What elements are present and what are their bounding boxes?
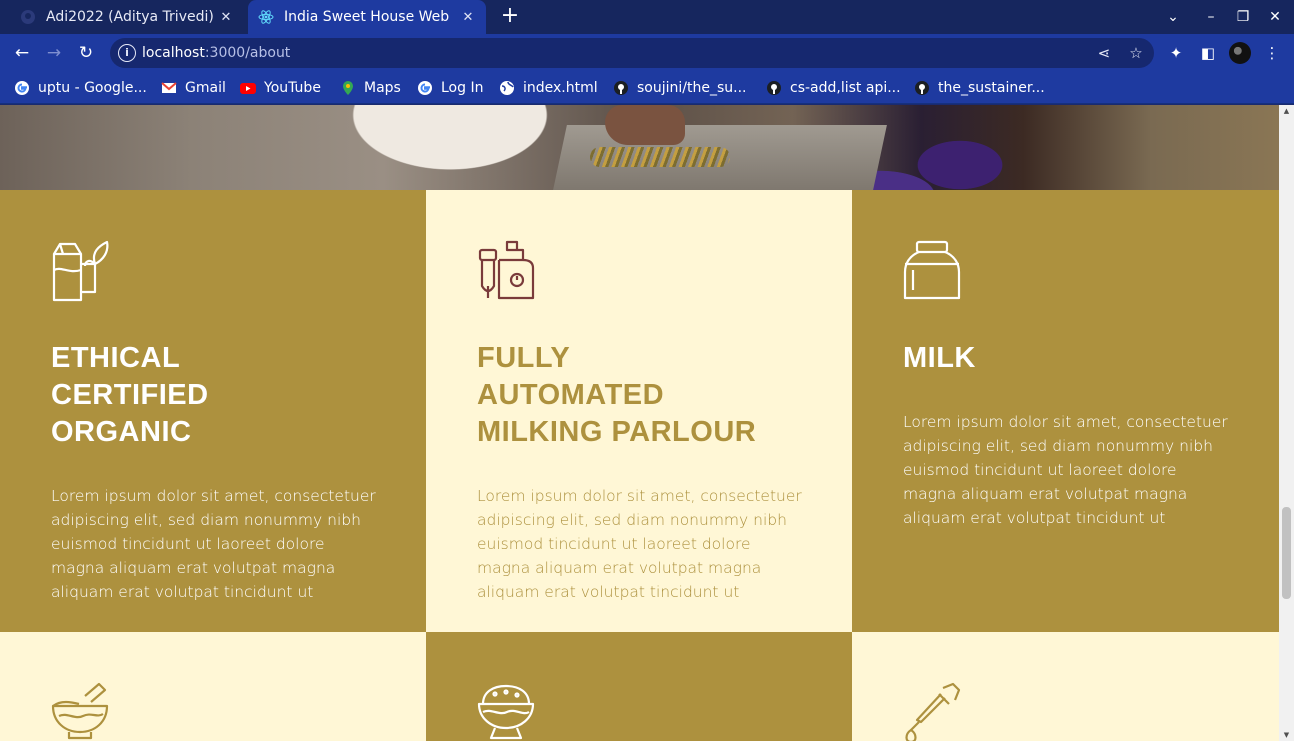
bookmark-label: index.html (523, 80, 598, 96)
sweet-bowl-icon (477, 684, 535, 740)
feature-title-line: AUTOMATED (477, 379, 665, 411)
feature-card-5 (426, 632, 853, 741)
bookmark-item[interactable]: Log In (417, 78, 483, 98)
url-path: :3000/about (204, 45, 291, 61)
feature-title-line: MILK (903, 342, 976, 374)
bookmark-label: the_sustainer... (938, 80, 1045, 96)
side-panel-icon[interactable]: ◧ (1197, 42, 1219, 64)
feature-card-4 (0, 632, 427, 741)
extensions-icon[interactable]: ✦ (1165, 42, 1187, 64)
new-tab-button[interactable]: + (498, 5, 522, 29)
mortar-bowl-icon (51, 682, 109, 740)
bookmark-label: Maps (364, 80, 401, 96)
site-info-icon[interactable]: i (118, 44, 136, 62)
scroll-down-arrow-icon[interactable]: ▼ (1282, 731, 1291, 739)
bookmark-label: soujini/the_su... (637, 80, 747, 96)
feature-description: Lorem ipsum dolor sit amet, consectetuer… (477, 487, 802, 601)
reload-button[interactable]: ↻ (74, 41, 98, 65)
close-window-button[interactable]: ✕ (1264, 6, 1286, 28)
feature-description: Lorem ipsum dolor sit amet, consectetuer… (51, 487, 376, 601)
close-icon[interactable]: ✕ (456, 10, 480, 25)
milk-carton-icon (52, 240, 109, 302)
tab-title: Adi2022 (Aditya Trivedi) · G (46, 9, 214, 25)
bookmarks-bar: uptu - Google... Gmail YouTube Maps Log … (0, 72, 1294, 104)
tab-india-sweet-house[interactable]: India Sweet House Web ✕ (248, 0, 486, 34)
bookmark-label: uptu - Google... (38, 80, 147, 96)
bookmark-label: YouTube (264, 80, 321, 96)
restore-button[interactable]: ❐ (1232, 6, 1254, 28)
page-viewport: ETHICAL CERTIFIED ORGANIC Lorem ipsum do… (0, 105, 1294, 741)
close-icon[interactable]: ✕ (214, 10, 238, 25)
scroll-up-arrow-icon[interactable]: ▲ (1282, 107, 1291, 115)
bookmark-item[interactable]: cs-add,list api... (766, 78, 901, 98)
react-icon (258, 10, 274, 24)
bookmark-item[interactable]: Maps (340, 78, 401, 98)
dropper-bottle-icon (478, 240, 535, 300)
feature-title-line: MILKING PARLOUR (477, 416, 757, 448)
pipette-icon (905, 682, 961, 741)
bookmark-label: cs-add,list api... (790, 80, 901, 96)
feature-title: MILK (903, 340, 1243, 377)
bookmark-star-icon[interactable]: ☆ (1126, 43, 1146, 63)
globe-icon (500, 81, 514, 95)
feature-title: FULLY AUTOMATED MILKING PARLOUR (477, 340, 817, 451)
feature-description: Lorem ipsum dolor sit amet, consectetuer… (903, 413, 1228, 527)
bookmark-item[interactable]: index.html (499, 78, 598, 98)
github-icon (614, 81, 628, 95)
tab-bar: Adi2022 (Aditya Trivedi) · G ✕ India Swe… (0, 0, 1294, 34)
feature-title: ETHICAL CERTIFIED ORGANIC (51, 340, 391, 451)
feature-title-line: ETHICAL (51, 342, 181, 374)
google-icon (15, 81, 29, 95)
hero-hand (605, 105, 685, 145)
bookmark-item[interactable]: YouTube (240, 78, 321, 98)
feature-title-line: ORGANIC (51, 416, 192, 448)
tab-search-chevron-icon[interactable]: ⌄ (1162, 6, 1184, 28)
url-host: localhost (142, 45, 205, 61)
github-icon (21, 10, 35, 24)
forward-button[interactable]: → (42, 41, 66, 65)
url-text[interactable]: localhost:3000/about (142, 45, 290, 61)
menu-kebab-icon[interactable]: ⋮ (1261, 42, 1283, 64)
google-icon (418, 81, 432, 95)
bookmark-item[interactable]: uptu - Google... (14, 78, 147, 98)
bookmark-item[interactable]: soujini/the_su... (613, 78, 746, 98)
feature-card-milking-parlour: FULLY AUTOMATED MILKING PARLOUR Lorem ip… (426, 190, 853, 632)
feature-card-6 (852, 632, 1279, 741)
scrollbar-thumb[interactable] (1282, 507, 1291, 599)
hero-image (0, 105, 1279, 190)
feature-title-line: CERTIFIED (51, 379, 209, 411)
maps-icon (343, 81, 353, 95)
feature-title-line: FULLY (477, 342, 571, 374)
github-icon (915, 81, 929, 95)
feature-card-milk: MILK Lorem ipsum dolor sit amet, consect… (852, 190, 1279, 632)
bookmark-label: Gmail (185, 80, 226, 96)
back-button[interactable]: ← (10, 41, 34, 65)
bookmark-item[interactable]: Gmail (161, 78, 226, 98)
feature-card-ethical: ETHICAL CERTIFIED ORGANIC Lorem ipsum do… (0, 190, 427, 632)
tab-github-profile[interactable]: Adi2022 (Aditya Trivedi) · G ✕ (10, 0, 244, 34)
page-scrollbar[interactable]: ▲ ▼ (1279, 105, 1294, 741)
hero-straw (590, 147, 730, 167)
address-bar[interactable]: i localhost:3000/about ⋖ ☆ (110, 38, 1154, 68)
bookmark-label: Log In (441, 80, 484, 96)
milk-jar-icon (903, 240, 961, 300)
gmail-icon (161, 82, 177, 93)
profile-avatar[interactable] (1229, 42, 1251, 64)
tab-title: India Sweet House Web (284, 9, 450, 25)
share-icon[interactable]: ⋖ (1094, 43, 1114, 63)
youtube-icon (240, 83, 256, 94)
bookmark-item[interactable]: the_sustainer... (914, 78, 1045, 98)
github-icon (767, 81, 781, 95)
minimize-button[interactable]: – (1200, 6, 1222, 28)
browser-toolbar: ← → ↻ i localhost:3000/about ⋖ ☆ ✦ ◧ ⋮ (0, 34, 1294, 72)
